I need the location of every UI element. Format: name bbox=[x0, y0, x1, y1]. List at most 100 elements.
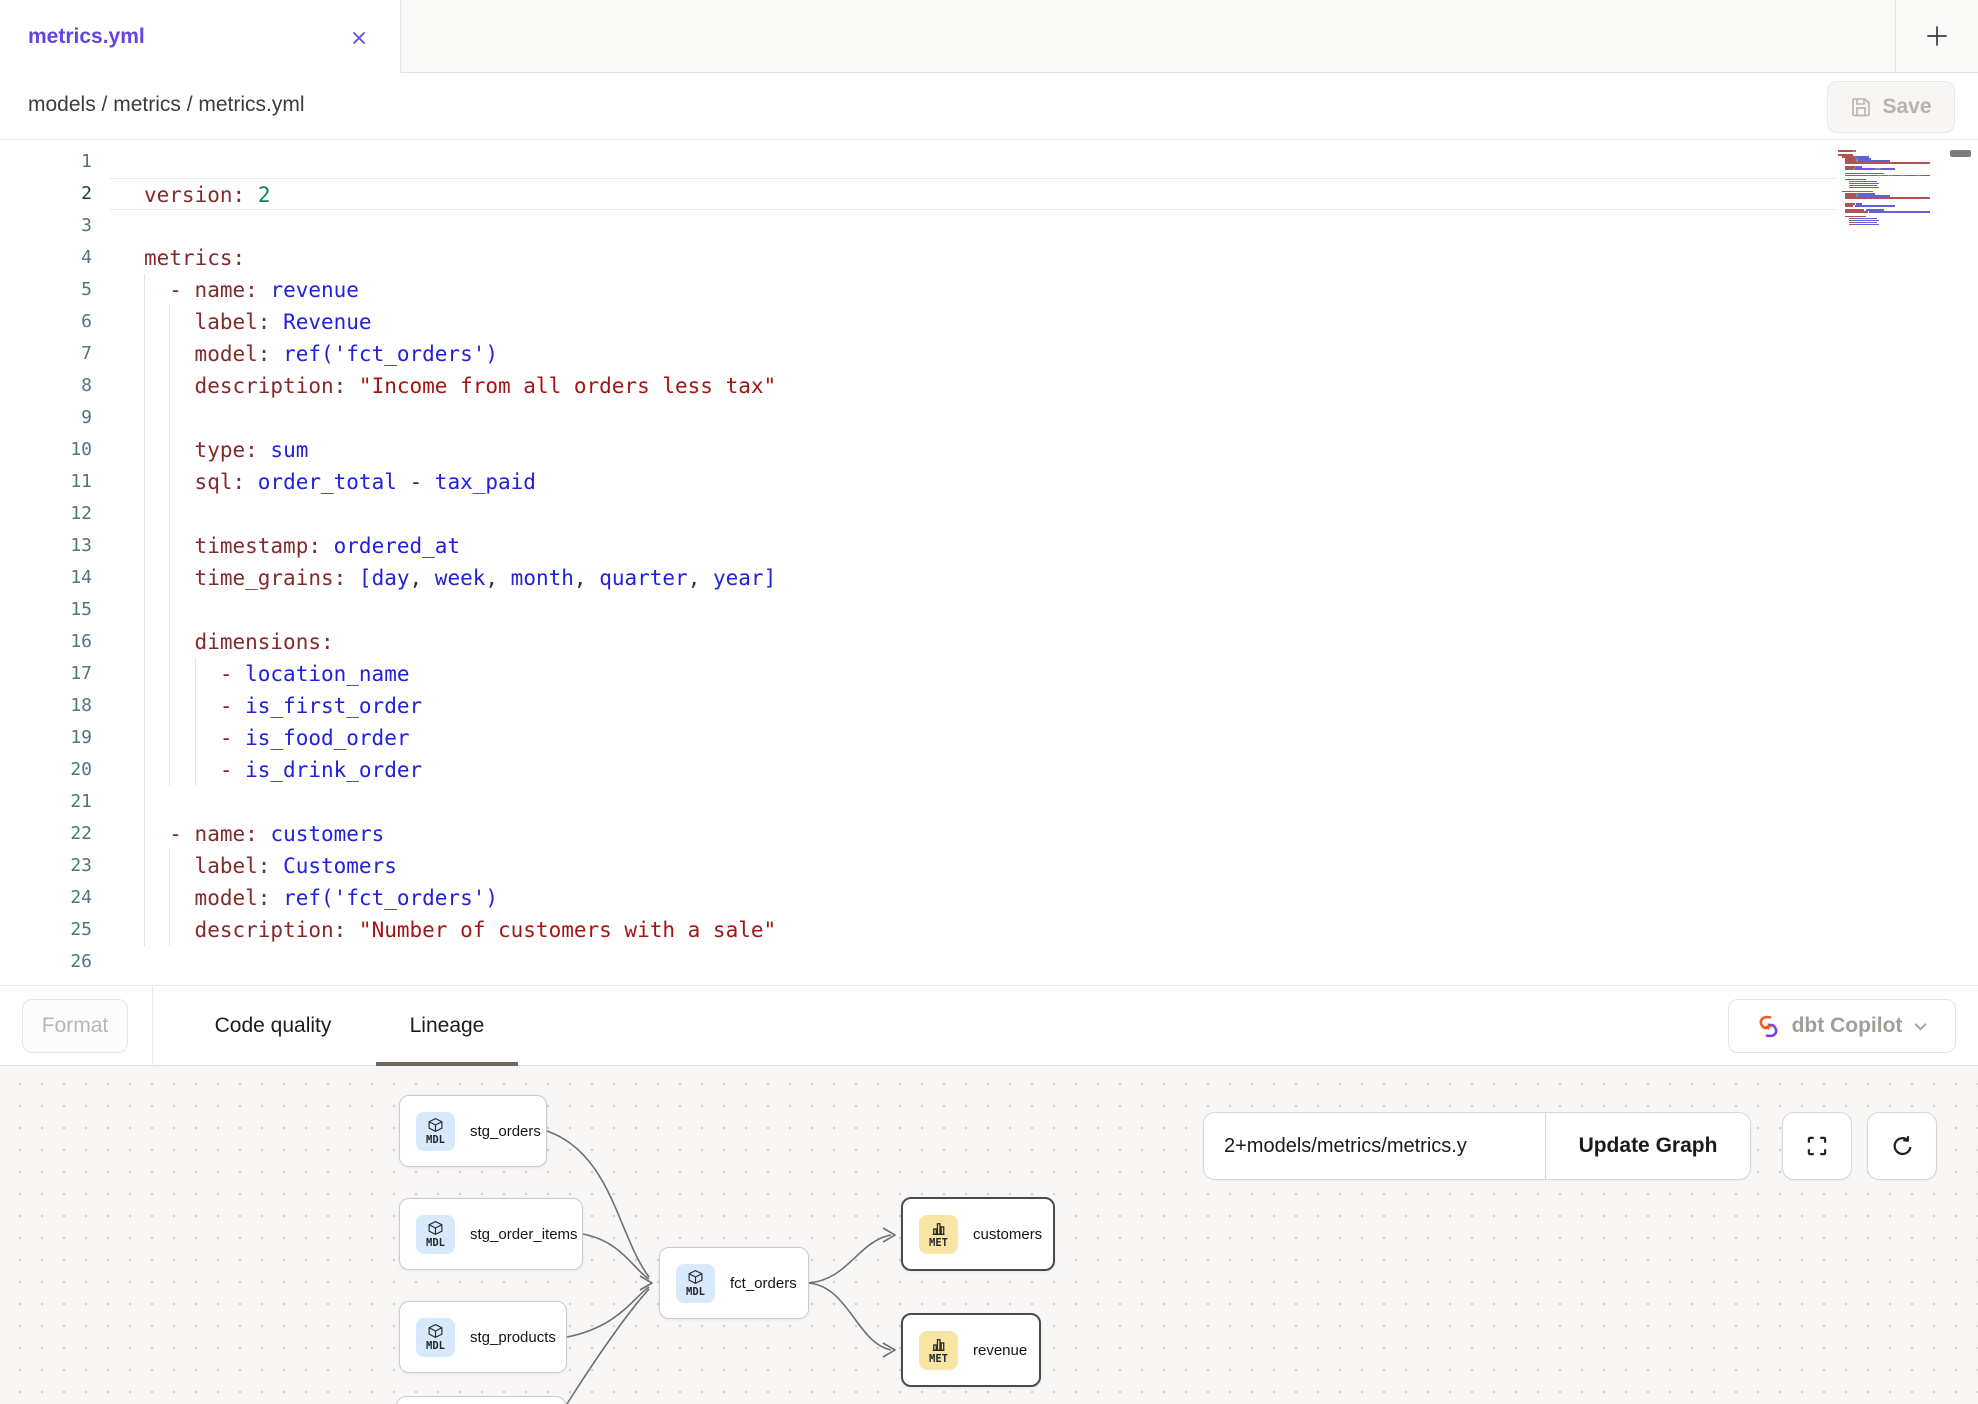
indent-guide bbox=[144, 402, 145, 434]
code-line[interactable]: 13timestamp: ordered_at bbox=[0, 530, 1978, 562]
minimap[interactable] bbox=[1838, 148, 1938, 226]
code-line[interactable]: 16dimensions: bbox=[0, 626, 1978, 658]
line-number: 23 bbox=[0, 850, 110, 882]
code-line[interactable]: 2version: 2 bbox=[0, 178, 1978, 210]
indent-guide bbox=[144, 690, 145, 722]
toolbar-divider bbox=[152, 986, 153, 1065]
format-button[interactable]: Format bbox=[22, 999, 128, 1053]
indent-guide bbox=[144, 882, 145, 914]
indent-guide bbox=[144, 722, 145, 754]
editor-scrollbar-thumb[interactable] bbox=[1950, 150, 1971, 157]
indent-guide bbox=[144, 434, 145, 466]
indent-guide bbox=[144, 754, 145, 786]
dbt-copilot-button[interactable]: dbt Copilot bbox=[1728, 999, 1956, 1053]
close-tab-icon[interactable] bbox=[347, 26, 371, 50]
line-number: 13 bbox=[0, 530, 110, 562]
lineage-canvas[interactable]: MDLstg_orders MDLstg_order_items MDLstg_pr… bbox=[0, 1066, 1978, 1404]
line-number: 21 bbox=[0, 786, 110, 818]
indent-guide bbox=[144, 786, 145, 818]
line-number: 12 bbox=[0, 498, 110, 530]
code-line[interactable]: 1 bbox=[0, 146, 1978, 178]
line-number: 6 bbox=[0, 306, 110, 338]
code-line[interactable]: 21 bbox=[0, 786, 1978, 818]
new-tab-plus-icon[interactable] bbox=[1920, 19, 1954, 53]
lineage-node-partial-node[interactable]: MDL bbox=[396, 1396, 566, 1404]
code-line[interactable]: 9 bbox=[0, 402, 1978, 434]
chevron-down-icon bbox=[1912, 1018, 1929, 1035]
node-label: customers bbox=[973, 1226, 1042, 1243]
lineage-node-stg_products[interactable]: MDLstg_products bbox=[399, 1301, 567, 1373]
line-number: 18 bbox=[0, 690, 110, 722]
lineage-node-fct_orders[interactable]: MDLfct_orders bbox=[659, 1247, 809, 1319]
indent-guide bbox=[169, 850, 170, 882]
code-line[interactable]: 23label: Customers bbox=[0, 850, 1978, 882]
save-label: Save bbox=[1882, 95, 1931, 119]
lineage-node-stg_orders[interactable]: MDLstg_orders bbox=[399, 1095, 547, 1167]
line-number: 3 bbox=[0, 210, 110, 242]
editor-bottom-toolbar: Format Code quality Lineage dbt Copilot bbox=[0, 985, 1978, 1066]
indent-guide bbox=[144, 626, 145, 658]
indent-guide bbox=[169, 626, 170, 658]
code-line[interactable]: 14time_grains: [day, week, month, quarte… bbox=[0, 562, 1978, 594]
graph-controls: Update Graph bbox=[1203, 1112, 1751, 1180]
save-button[interactable]: Save bbox=[1827, 81, 1955, 133]
line-number: 17 bbox=[0, 658, 110, 690]
breadcrumb[interactable]: models / metrics / metrics.yml bbox=[28, 93, 305, 117]
code-line[interactable]: 24model: ref('fct_orders') bbox=[0, 882, 1978, 914]
indent-guide bbox=[144, 466, 145, 498]
code-line[interactable]: 7model: ref('fct_orders') bbox=[0, 338, 1978, 370]
indent-guide bbox=[169, 370, 170, 402]
code-line[interactable]: 6label: Revenue bbox=[0, 306, 1978, 338]
indent-guide bbox=[169, 914, 170, 946]
indent-guide bbox=[195, 658, 196, 690]
line-number: 16 bbox=[0, 626, 110, 658]
line-number: 22 bbox=[0, 818, 110, 850]
new-tab-area bbox=[1895, 0, 1978, 72]
code-line[interactable]: 12 bbox=[0, 498, 1978, 530]
code-line[interactable]: 18- is_first_order bbox=[0, 690, 1978, 722]
indent-guide bbox=[169, 498, 170, 530]
code-editor[interactable]: 12version: 234metrics:5- name: revenue6l… bbox=[0, 140, 1978, 985]
indent-guide bbox=[144, 498, 145, 530]
code-line[interactable]: 5- name: revenue bbox=[0, 274, 1978, 306]
line-number: 14 bbox=[0, 562, 110, 594]
code-line[interactable]: 22- name: customers bbox=[0, 818, 1978, 850]
code-line[interactable]: 17- location_name bbox=[0, 658, 1978, 690]
code-line[interactable]: 20- is_drink_order bbox=[0, 754, 1978, 786]
line-number: 10 bbox=[0, 434, 110, 466]
tab-code-quality[interactable]: Code quality bbox=[170, 986, 376, 1066]
lineage-node-revenue[interactable]: METrevenue bbox=[901, 1313, 1041, 1387]
code-area[interactable]: 12version: 234metrics:5- name: revenue6l… bbox=[0, 146, 1978, 978]
indent-guide bbox=[169, 882, 170, 914]
code-line[interactable]: 11sql: order_total - tax_paid bbox=[0, 466, 1978, 498]
indent-guide bbox=[169, 658, 170, 690]
lineage-node-customers[interactable]: METcustomers bbox=[901, 1197, 1055, 1271]
indent-guide bbox=[169, 338, 170, 370]
code-line[interactable]: 19- is_food_order bbox=[0, 722, 1978, 754]
indent-guide bbox=[144, 818, 145, 850]
update-graph-button[interactable]: Update Graph bbox=[1545, 1113, 1750, 1179]
tab-lineage[interactable]: Lineage bbox=[376, 986, 518, 1066]
code-line[interactable]: 3 bbox=[0, 210, 1978, 242]
fullscreen-button[interactable] bbox=[1782, 1112, 1852, 1180]
refresh-button[interactable] bbox=[1867, 1112, 1937, 1180]
indent-guide bbox=[144, 306, 145, 338]
node-selector-input[interactable] bbox=[1204, 1113, 1545, 1179]
indent-guide bbox=[144, 530, 145, 562]
indent-guide bbox=[144, 594, 145, 626]
metric-badge-icon: MET bbox=[919, 1331, 958, 1370]
indent-guide bbox=[144, 274, 145, 306]
code-line[interactable]: 4metrics: bbox=[0, 242, 1978, 274]
line-number: 5 bbox=[0, 274, 110, 306]
lineage-node-stg_order_items[interactable]: MDLstg_order_items bbox=[399, 1198, 583, 1270]
code-line[interactable]: 25description: "Number of customers with… bbox=[0, 914, 1978, 946]
indent-guide bbox=[169, 754, 170, 786]
tab-title: metrics.yml bbox=[28, 25, 145, 49]
code-line[interactable]: 15 bbox=[0, 594, 1978, 626]
code-line[interactable]: 8description: "Income from all orders le… bbox=[0, 370, 1978, 402]
code-line[interactable]: 26 bbox=[0, 946, 1978, 978]
line-number: 4 bbox=[0, 242, 110, 274]
tab-metrics-yml[interactable]: metrics.yml bbox=[0, 0, 401, 73]
code-line[interactable]: 10type: sum bbox=[0, 434, 1978, 466]
line-number: 8 bbox=[0, 370, 110, 402]
